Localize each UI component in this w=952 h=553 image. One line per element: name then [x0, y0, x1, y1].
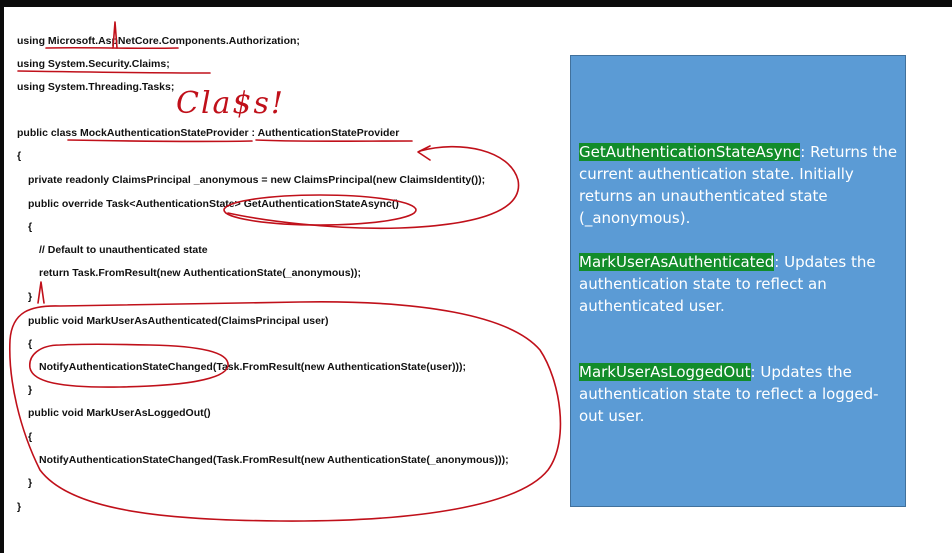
- info-panel: GetAuthenticationStateAsync: Returns the…: [570, 55, 906, 507]
- code-line-notify-user: NotifyAuthenticationStateChanged(Task.Fr…: [39, 361, 467, 373]
- code-line-using-authorization: using Microsoft.AspNetCore.Components.Au…: [17, 35, 300, 47]
- code-line-brace: {: [28, 221, 33, 233]
- code-line-class-declaration: public class MockAuthenticationStateProv…: [17, 127, 400, 139]
- code-line-mark-logged-out: public void MarkUserAsLoggedOut(): [28, 407, 211, 419]
- code-line-close-brace: }: [17, 501, 22, 513]
- method-highlight: MarkUserAsLoggedOut: [579, 363, 751, 381]
- code-line-return: return Task.FromResult(new Authenticatio…: [39, 267, 362, 279]
- code-line-get-state-method: public override Task<AuthenticationState…: [28, 198, 399, 210]
- code-line-comment: // Default to unauthenticated state: [39, 244, 208, 256]
- method-highlight: GetAuthenticationStateAsync: [579, 143, 801, 161]
- handwritten-class-note: Cla$s!: [176, 86, 285, 121]
- info-item-mark-authenticated: MarkUserAsAuthenticated: Updates the aut…: [579, 251, 901, 317]
- code-line-brace: {: [28, 431, 33, 443]
- code-line-open-brace: {: [17, 150, 22, 162]
- code-line-notify-anonymous: NotifyAuthenticationStateChanged(Task.Fr…: [39, 454, 509, 466]
- code-line-brace: {: [28, 338, 33, 350]
- method-highlight: MarkUserAsAuthenticated: [579, 253, 775, 271]
- code-line-using-tasks: using System.Threading.Tasks;: [17, 81, 175, 93]
- code-line-using-claims: using System.Security.Claims;: [17, 58, 170, 70]
- info-item-mark-logged-out: MarkUserAsLoggedOut: Updates the authent…: [579, 361, 901, 427]
- info-item-get-state: GetAuthenticationStateAsync: Returns the…: [579, 141, 901, 229]
- code-line-brace: }: [28, 477, 33, 489]
- code-line-anonymous-field: private readonly ClaimsPrincipal _anonym…: [28, 174, 486, 186]
- code-line-brace: }: [28, 291, 33, 303]
- code-line-mark-authenticated: public void MarkUserAsAuthenticated(Clai…: [28, 315, 329, 327]
- code-line-brace: }: [28, 384, 33, 396]
- window-top-bar: [0, 0, 952, 7]
